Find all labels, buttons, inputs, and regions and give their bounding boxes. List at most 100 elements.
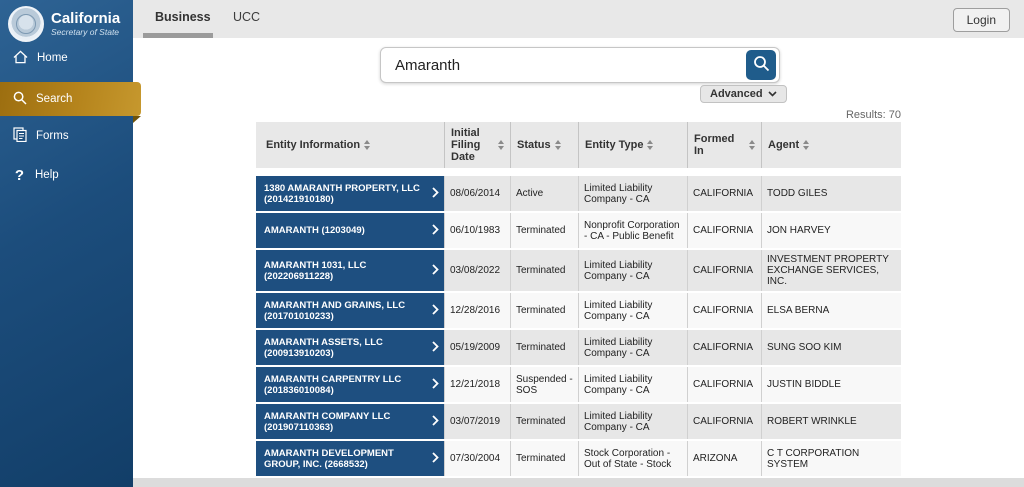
column-label: Status: [517, 139, 551, 151]
filing-date-cell: 12/28/2016: [444, 293, 510, 328]
sidebar-item-label: Search: [36, 93, 72, 105]
table-row: AMARANTH CARPENTRY LLC (201836010084) 12…: [256, 367, 901, 402]
entity-info-cell[interactable]: AMARANTH (1203049): [256, 213, 444, 248]
chevron-right-icon: [432, 341, 439, 355]
entity-name: AMARANTH (1203049): [264, 225, 365, 236]
tab-business[interactable]: Business: [155, 10, 211, 24]
column-header-entity-information[interactable]: Entity Information: [256, 122, 444, 168]
agent-cell: JUSTIN BIDDLE: [761, 367, 901, 402]
entity-name: AMARANTH CARPENTRY LLC (201836010084): [264, 374, 428, 396]
search-box: [380, 47, 780, 83]
entity-info-cell[interactable]: AMARANTH CARPENTRY LLC (201836010084): [256, 367, 444, 402]
chevron-right-icon: [432, 264, 439, 278]
results-count: Results: 70: [256, 109, 901, 121]
column-header-entity-type[interactable]: Entity Type: [578, 122, 687, 168]
login-button[interactable]: Login: [953, 8, 1010, 32]
logo: California Secretary of State: [8, 6, 120, 42]
column-header-initial-filing-date[interactable]: Initial Filing Date: [444, 122, 510, 168]
entity-type-cell: Limited Liability Company - CA: [578, 293, 687, 328]
column-label: Initial Filing Date: [451, 127, 494, 163]
entity-info-cell[interactable]: 1380 AMARANTH PROPERTY, LLC (20142191018…: [256, 176, 444, 211]
chevron-right-icon: [432, 415, 439, 429]
formed-in-cell: CALIFORNIA: [687, 293, 761, 328]
sidebar-item-label: Forms: [36, 130, 69, 142]
chevron-right-icon: [432, 378, 439, 392]
formed-in-cell: CALIFORNIA: [687, 367, 761, 402]
filing-date-cell: 12/21/2018: [444, 367, 510, 402]
logo-title: California: [51, 11, 120, 27]
entity-info-cell[interactable]: AMARANTH ASSETS, LLC (200913910203): [256, 330, 444, 365]
agent-cell: C T CORPORATION SYSTEM: [761, 441, 901, 476]
table-row: AMARANTH COMPANY LLC (201907110363) 03/0…: [256, 404, 901, 439]
agent-cell: ELSA BERNA: [761, 293, 901, 328]
california-seal-icon: [8, 6, 44, 42]
filing-date-cell: 03/07/2019: [444, 404, 510, 439]
filing-date-cell: 06/10/1983: [444, 213, 510, 248]
column-header-status[interactable]: Status: [510, 122, 578, 168]
entity-type-cell: Limited Liability Company - CA: [578, 176, 687, 211]
agent-cell: SUNG SOO KIM: [761, 330, 901, 365]
forms-icon: [13, 127, 27, 145]
search-button[interactable]: [746, 50, 776, 80]
formed-in-cell: CALIFORNIA: [687, 404, 761, 439]
sort-icon: [498, 140, 504, 150]
sidebar: California Secretary of State Home Searc…: [0, 0, 133, 487]
column-label: Formed In: [694, 133, 745, 157]
table-body: 1380 AMARANTH PROPERTY, LLC (20142191018…: [256, 176, 901, 476]
app-window: California Secretary of State Home Searc…: [0, 0, 1024, 487]
sidebar-item-home[interactable]: Home: [0, 46, 133, 70]
status-cell: Terminated: [510, 330, 578, 365]
entity-info-cell[interactable]: AMARANTH 1031, LLC (202206911228): [256, 250, 444, 291]
formed-in-cell: ARIZONA: [687, 441, 761, 476]
horizontal-scrollbar[interactable]: [133, 478, 1024, 487]
filing-date-cell: 03/08/2022: [444, 250, 510, 291]
filing-date-cell: 07/30/2004: [444, 441, 510, 476]
logo-subtitle: Secretary of State: [51, 27, 120, 37]
entity-name: AMARANTH 1031, LLC (202206911228): [264, 260, 428, 282]
tab-ucc[interactable]: UCC: [233, 10, 260, 24]
tab-bar: Business UCC Login: [133, 0, 1024, 38]
column-header-agent[interactable]: Agent: [761, 122, 901, 168]
sort-icon: [647, 140, 653, 150]
search-icon: [753, 55, 770, 75]
chevron-right-icon: [432, 452, 439, 466]
sort-icon: [555, 140, 561, 150]
entity-type-cell: Nonprofit Corporation - CA - Public Bene…: [578, 213, 687, 248]
entity-type-cell: Limited Liability Company - CA: [578, 250, 687, 291]
sort-icon: [803, 140, 809, 150]
table-row: AMARANTH ASSETS, LLC (200913910203) 05/1…: [256, 330, 901, 365]
sidebar-item-search[interactable]: Search: [0, 82, 141, 116]
chevron-right-icon: [432, 224, 439, 238]
entity-info-cell[interactable]: AMARANTH AND GRAINS, LLC (201701010233): [256, 293, 444, 328]
entity-name: AMARANTH ASSETS, LLC (200913910203): [264, 337, 428, 359]
entity-name: 1380 AMARANTH PROPERTY, LLC (20142191018…: [264, 183, 428, 205]
sort-icon: [364, 140, 370, 150]
status-cell: Terminated: [510, 441, 578, 476]
column-header-formed-in[interactable]: Formed In: [687, 122, 761, 168]
table-row: 1380 AMARANTH PROPERTY, LLC (20142191018…: [256, 176, 901, 211]
formed-in-cell: CALIFORNIA: [687, 213, 761, 248]
status-cell: Active: [510, 176, 578, 211]
table-row: AMARANTH 1031, LLC (202206911228) 03/08/…: [256, 250, 901, 291]
agent-cell: ROBERT WRINKLE: [761, 404, 901, 439]
formed-in-cell: CALIFORNIA: [687, 176, 761, 211]
status-cell: Suspended - SOS: [510, 367, 578, 402]
help-icon: ?: [13, 167, 26, 184]
column-label: Entity Information: [266, 139, 360, 151]
table-header-row: Entity Information Initial Filing Date S…: [256, 122, 901, 168]
formed-in-cell: CALIFORNIA: [687, 250, 761, 291]
column-label: Entity Type: [585, 139, 643, 151]
home-icon: [13, 50, 28, 67]
entity-info-cell[interactable]: AMARANTH COMPANY LLC (201907110363): [256, 404, 444, 439]
sidebar-item-label: Help: [35, 169, 59, 181]
sidebar-item-help[interactable]: ? Help: [0, 163, 133, 187]
advanced-search-button[interactable]: Advanced: [700, 85, 787, 103]
search-icon: [13, 91, 27, 108]
sidebar-item-forms[interactable]: Forms: [0, 124, 133, 148]
results-table: Entity Information Initial Filing Date S…: [256, 122, 901, 478]
search-input[interactable]: [381, 57, 746, 74]
filing-date-cell: 05/19/2009: [444, 330, 510, 365]
entity-info-cell[interactable]: AMARANTH DEVELOPMENT GROUP, INC. (266853…: [256, 441, 444, 476]
entity-type-cell: Limited Liability Company - CA: [578, 330, 687, 365]
status-cell: Terminated: [510, 250, 578, 291]
